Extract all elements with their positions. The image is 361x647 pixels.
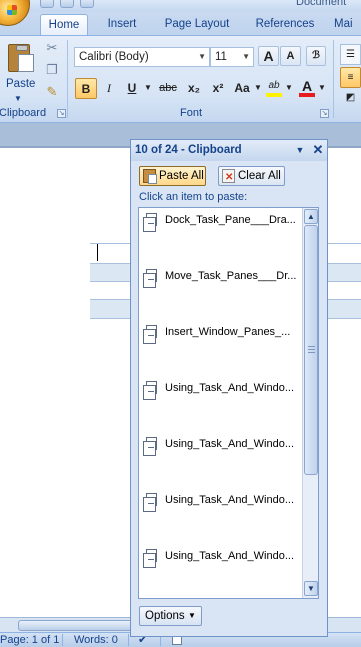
options-button[interactable]: Options ▼ <box>139 606 202 626</box>
superscript-button[interactable]: x² <box>207 78 229 99</box>
document-icon <box>143 549 157 568</box>
tab-references[interactable]: References <box>248 14 322 36</box>
clipboard-launcher-icon[interactable]: ↘ <box>57 109 66 118</box>
font-launcher-icon[interactable]: ↘ <box>320 109 329 118</box>
save-icon[interactable] <box>40 0 54 8</box>
list-item[interactable]: Insert_Window_Panes_... <box>143 323 303 344</box>
font-name-dropdown[interactable]: Calibri (Body) ▼ <box>74 47 210 67</box>
group-divider <box>333 40 334 118</box>
paste-dropdown-icon[interactable]: ▼ <box>14 94 22 103</box>
undo-icon[interactable] <box>60 0 74 8</box>
font-color-icon: A <box>301 78 313 94</box>
list-item-label: Using_Task_And_Windo... <box>165 550 295 562</box>
change-case-dropdown-icon[interactable]: ▼ <box>254 78 262 99</box>
scroll-up-icon[interactable]: ▲ <box>304 209 318 224</box>
clear-all-button[interactable]: Clear All <box>218 166 285 187</box>
underline-dropdown-icon[interactable]: ▼ <box>143 78 153 99</box>
chevron-down-icon: ▼ <box>242 52 250 61</box>
bold-button[interactable]: B <box>75 78 97 99</box>
font-group-label: Font <box>180 107 203 119</box>
redo-icon[interactable] <box>80 0 94 8</box>
window-title: Document <box>296 0 347 8</box>
paste-label[interactable]: Paste <box>6 78 35 90</box>
italic-button[interactable]: I <box>99 78 119 99</box>
change-case-button[interactable]: Aa <box>230 78 254 99</box>
ribbon: Paste ▼ ✂ ❐ ✎ Clipboard ↘ Calibri (Body)… <box>0 35 361 123</box>
clipboard-group-label: Clipboard <box>0 107 47 119</box>
clear-all-icon <box>222 169 235 187</box>
document-icon <box>143 269 157 288</box>
font-name-value: Calibri (Body) <box>79 51 149 63</box>
list-item-label: Using_Task_And_Windo... <box>165 438 295 450</box>
clear-all-label: Clear All <box>238 170 281 182</box>
clipboard-task-pane: 10 of 24 - Clipboard ▼ ✕ Paste All Clear… <box>130 139 328 637</box>
paste-all-button[interactable]: Paste All <box>139 166 206 186</box>
document-icon <box>143 325 157 344</box>
list-item[interactable]: Move_Task_Panes___Dr... <box>143 267 303 288</box>
pane-menu-icon[interactable]: ▼ <box>294 140 306 160</box>
bullets-icon[interactable]: ☰ <box>340 44 361 65</box>
list-item[interactable]: Dock_Task_Pane___Dra... <box>143 211 303 232</box>
ribbon-tabs: Home Insert Page Layout References Mai <box>0 12 361 36</box>
document-icon <box>143 213 157 232</box>
align-left-icon[interactable]: ≡ <box>340 67 361 88</box>
list-item-label: Move_Task_Panes___Dr... <box>165 270 297 282</box>
subscript-button[interactable]: x₂ <box>183 78 205 99</box>
strikethrough-button[interactable]: abc <box>156 78 180 99</box>
list-item[interactable]: Using_Task_And_Windo... <box>143 435 303 456</box>
format-painter-icon[interactable]: ✎ <box>44 84 60 100</box>
paste-all-icon <box>143 169 157 184</box>
highlight-dropdown-icon[interactable]: ▼ <box>285 78 293 99</box>
office-logo-icon <box>7 5 17 15</box>
document-icon <box>143 493 157 512</box>
font-color-bar <box>299 93 315 97</box>
font-size-dropdown[interactable]: 11 ▼ <box>210 47 254 67</box>
list-item[interactable]: Using_Task_And_Windo... <box>143 547 303 568</box>
group-divider <box>67 40 68 118</box>
vertical-scrollbar[interactable]: ▲ ▼ <box>302 208 318 598</box>
clear-formatting-icon[interactable]: ℬ <box>306 46 326 66</box>
list-item-label: Insert_Window_Panes_... <box>165 326 291 338</box>
list-item[interactable]: Using_Task_And_Windo... <box>143 379 303 400</box>
paste-button[interactable] <box>6 42 34 72</box>
tab-insert[interactable]: Insert <box>96 14 148 36</box>
font-color-button[interactable]: A <box>297 76 317 97</box>
highlight-button[interactable]: ab <box>264 76 284 97</box>
pane-title: 10 of 24 - Clipboard <box>135 144 242 156</box>
shading-icon[interactable]: ◩ <box>340 88 361 109</box>
pane-hint: Click an item to paste: <box>139 191 248 203</box>
font-color-dropdown-icon[interactable]: ▼ <box>318 78 326 99</box>
underline-button[interactable]: U <box>122 78 142 99</box>
grow-font-button[interactable]: A <box>258 46 279 66</box>
page-count-status[interactable]: Page: 1 of 1 <box>0 633 59 647</box>
chevron-down-icon: ▼ <box>198 52 206 61</box>
document-icon <box>143 437 157 456</box>
font-size-value: 11 <box>215 51 227 63</box>
tab-page-layout[interactable]: Page Layout <box>158 14 236 36</box>
list-item-label: Dock_Task_Pane___Dra... <box>165 214 296 226</box>
list-item-label: Using_Task_And_Windo... <box>165 382 295 394</box>
clipboard-items-list: Dock_Task_Pane___Dra... Move_Task_Panes_… <box>138 207 319 599</box>
word-count-status[interactable]: Words: 0 <box>74 633 118 647</box>
close-icon[interactable]: ✕ <box>312 140 324 160</box>
tab-home[interactable]: Home <box>40 14 88 36</box>
list-item-label: Using_Task_And_Windo... <box>165 494 295 506</box>
tab-mailings[interactable]: Mai <box>334 14 361 36</box>
highlight-color-bar <box>266 93 282 97</box>
list-item[interactable]: Using_Task_And_Windo... <box>143 491 303 512</box>
title-bar: Document <box>0 0 361 12</box>
chevron-down-icon: ▼ <box>188 611 196 620</box>
copy-icon[interactable]: ❐ <box>44 62 60 78</box>
horizontal-scroll-thumb[interactable] <box>18 620 146 631</box>
shrink-font-button[interactable]: A <box>280 46 301 66</box>
document-icon <box>143 381 157 400</box>
scroll-down-icon[interactable]: ▼ <box>304 581 318 596</box>
text-cursor <box>97 244 98 261</box>
highlight-icon: ab <box>268 80 280 91</box>
cut-icon[interactable]: ✂ <box>44 40 60 56</box>
quick-access-toolbar <box>40 0 94 8</box>
options-label: Options <box>145 610 185 622</box>
vertical-scroll-thumb[interactable] <box>304 225 318 475</box>
paste-all-label: Paste All <box>159 170 204 182</box>
